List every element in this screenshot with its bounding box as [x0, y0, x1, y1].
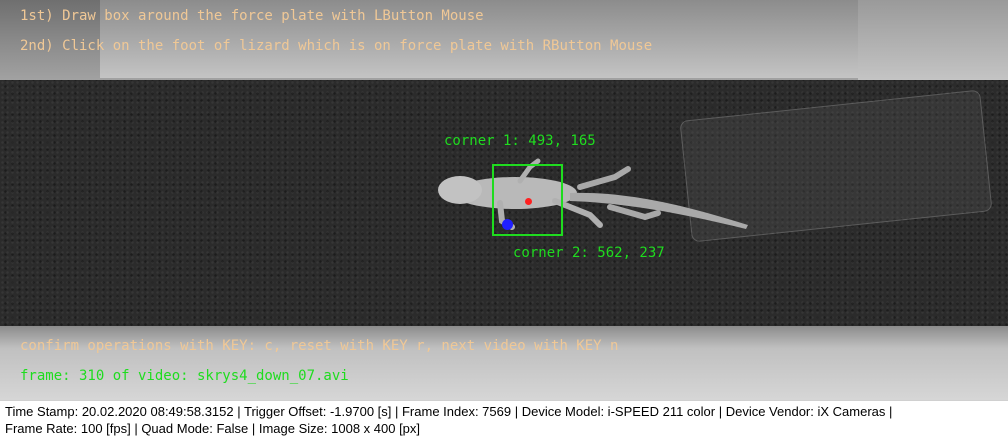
lizard-image: [438, 158, 748, 230]
corner-2-label: corner 2: 562, 237: [513, 245, 665, 261]
status-bar: Time Stamp: 20.02.2020 08:49:58.3152 | T…: [0, 400, 1008, 440]
corner-1-label: corner 1: 493, 165: [444, 133, 596, 149]
key-instructions: confirm operations with KEY: c, reset wi…: [20, 338, 619, 354]
video-frame-canvas[interactable]: 1st) Draw box around the force plate wit…: [0, 0, 1008, 400]
status-bar-line-1: Time Stamp: 20.02.2020 08:49:58.3152 | T…: [5, 404, 893, 419]
background-upper-right-region: [858, 0, 1008, 84]
red-marker-dot: [525, 198, 532, 205]
instruction-step-2: 2nd) Click on the foot of lizard which i…: [20, 38, 653, 54]
frame-info: frame: 310 of video: skrys4_down_07.avi: [20, 368, 349, 384]
blue-foot-marker-dot: [502, 219, 513, 230]
status-bar-line-2: Frame Rate: 100 [fps] | Quad Mode: False…: [5, 421, 421, 436]
instruction-step-1: 1st) Draw box around the force plate wit…: [20, 8, 484, 24]
